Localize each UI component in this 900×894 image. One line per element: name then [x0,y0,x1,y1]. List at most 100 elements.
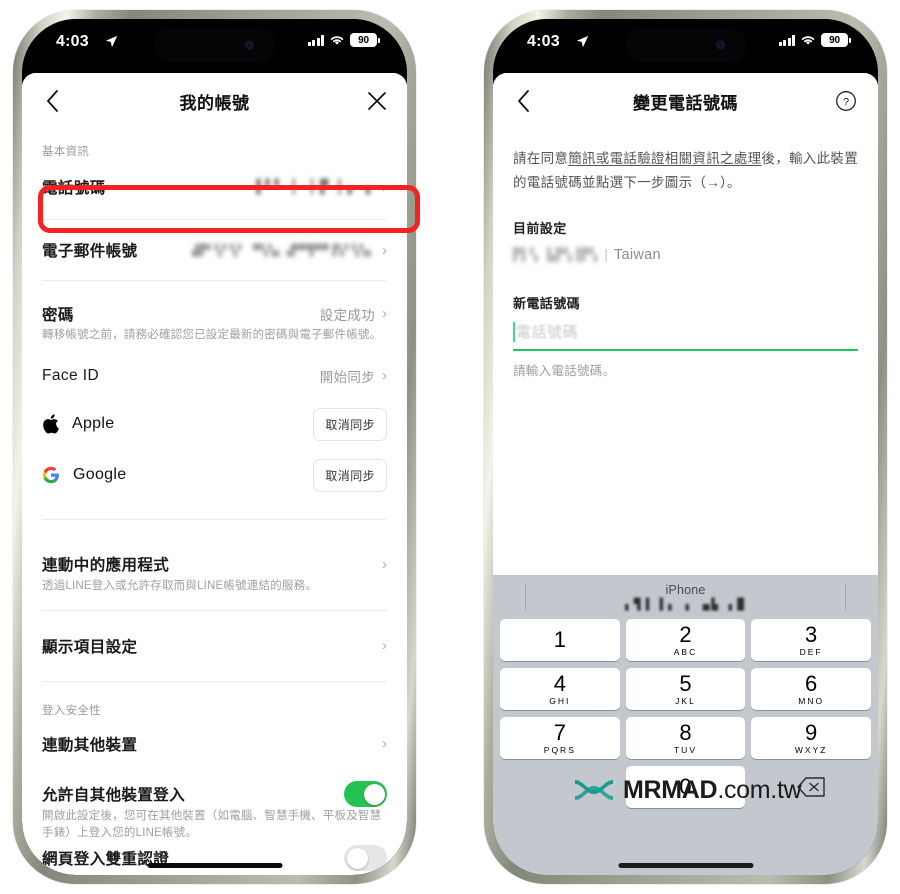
key-8-letters: TUV [673,744,697,755]
section-label-basic: 基本資訊 [42,146,90,158]
key-5-number: 5 [679,670,692,696]
left-status-bar: 4:03 90 [22,19,407,73]
status-time: 4:03 [527,33,560,50]
home-indicator[interactable] [147,863,282,868]
cellular-signal-icon [778,34,795,46]
row-password-label: 密碼 [42,306,74,324]
wifi-icon [330,36,344,45]
row-email-account[interactable]: 電子郵件帳號 ▟▛▘▚▘▚▘ ▀▚▚▖▗▛▀▜▀▀▐▚▘▚▚▖ › [42,226,387,274]
close-button[interactable] [355,79,399,123]
text-caret [513,321,515,342]
row-email-label: 電子郵件帳號 [42,243,138,260]
instruction-link[interactable]: 簡訊或電話驗證相關資訊之處理 [568,151,761,166]
row-link-other-devices[interactable]: 連動其他裝置 › [42,720,387,768]
row-face-id-status: 開始同步 [319,369,375,385]
current-number-display: ▛▌▚ ▙▛▚▐▛▚ | Taiwan [513,246,858,263]
mrmad-logo-icon [575,780,613,800]
left-phone-device: 4:03 90 我的帳號 基本資訊 電話號碼 ▌▘▘ ▎ ▎▛ ▎▖ ▖ › 電… [13,10,416,884]
battery-percent: 90 [829,34,840,46]
current-country: Taiwan [613,247,661,264]
key-2[interactable]: 2 ABC [625,619,746,661]
battery-indicator: 90 [350,33,380,47]
current-number-separator: | [604,246,608,263]
row-face-id[interactable]: Face ID 開始同步 › [42,353,387,399]
key-8-number: 8 [679,719,692,745]
chevron-right-icon: › [382,735,387,753]
autofill-suggestion-bar[interactable]: iPhone ▖▜▐ ▌▖ ▖ ▄▙ ▖█ [497,575,874,619]
location-arrow-icon [105,35,118,48]
new-number-label: 新電話號碼 [513,296,581,312]
key-7-letters: PQRS [543,744,576,755]
key-7[interactable]: 7 PQRS [500,717,620,759]
row-password-status: 設定成功 [319,307,375,323]
watermark-suffix: .com.tw [717,775,802,804]
row-apple-sync: Apple 取消同步 [42,399,387,450]
apple-label: Apple [72,415,115,433]
row-phone-number-value-redacted: ▌▘▘ ▎ ▎▛ ▎▖ ▖ [256,179,375,195]
key-7-number: 7 [553,719,566,745]
right-status-bar: 4:03 90 [493,19,878,73]
autofill-number-redacted: ▖▜▐ ▌▖ ▖ ▄▙ ▖█ [625,598,746,611]
row-connected-apps-label: 連動中的應用程式 [42,557,170,575]
dynamic-island [153,28,276,62]
chevron-right-icon: › [382,367,387,385]
cellular-signal-icon [307,34,324,46]
divider [42,219,387,220]
key-5[interactable]: 5 JKL [625,668,746,710]
right-phone-screen: 4:03 90 變更電話號碼 ? 請在同意簡訊或電話驗證相關資訊之處理後，輸入此… [493,19,878,875]
new-phone-number-input[interactable]: 電話號碼 [513,321,858,352]
my-account-sheet: 我的帳號 基本資訊 電話號碼 ▌▘▘ ▎ ▎▛ ▎▖ ▖ › 電子郵件帳號 ▟▛… [22,73,407,875]
input-hint: 請輸入電話號碼。 [513,364,616,379]
row-face-id-label: Face ID [42,366,100,384]
row-password-description: 轉移帳號之前，請務必確認您已設定最新的密碼與電子郵件帳號。 [42,329,382,341]
location-arrow-icon [576,35,589,48]
key-8[interactable]: 8 TUV [625,717,746,759]
right-phone-bezel: 4:03 90 變更電話號碼 ? 請在同意簡訊或電話驗證相關資訊之處理後，輸入此… [493,19,878,875]
key-4[interactable]: 4 GHI [500,668,620,710]
status-indicators: 90 [778,33,851,47]
google-cancel-sync-button[interactable]: 取消同步 [313,458,387,492]
row-phone-number-label: 電話號碼 [42,180,106,197]
key-9-letters: WXYZ [794,744,828,755]
divider [42,680,387,682]
apple-cancel-sync-button[interactable]: 取消同步 [313,407,387,441]
current-setting-label: 目前設定 [513,221,567,237]
key-6[interactable]: 6 MNO [751,668,871,710]
google-logo-icon [42,467,59,484]
svg-text:?: ? [843,96,849,108]
row-email-value-redacted: ▟▛▘▚▘▚▘ ▀▚▚▖▗▛▀▜▀▀▐▚▘▚▚▖ [192,243,375,257]
web-2fa-toggle[interactable] [344,845,387,871]
divider [42,518,387,520]
battery-indicator: 90 [821,33,851,47]
new-phone-number-placeholder: 電話號碼 [516,324,579,342]
divider [42,280,387,281]
watermark-text: MRMAD.com.tw [623,775,802,805]
key-2-number: 2 [679,621,692,647]
key-9-number: 9 [805,719,818,745]
key-6-letters: MNO [798,695,825,706]
left-phone-screen: 4:03 90 我的帳號 基本資訊 電話號碼 ▌▘▘ ▎ ▎▛ ▎▖ ▖ › 電… [22,19,407,875]
section-label-security: 登入安全性 [42,704,101,717]
row-link-other-devices-label: 連動其他裝置 [42,736,138,754]
key-3-number: 3 [805,621,818,647]
key-1[interactable]: 1 [500,619,620,661]
key-9[interactable]: 9 WXYZ [751,717,871,759]
row-display-settings[interactable]: 顯示項目設定 › [42,617,387,675]
right-nav-bar: 變更電話號碼 ? [493,73,878,129]
wifi-icon [801,36,815,45]
left-phone-bezel: 4:03 90 我的帳號 基本資訊 電話號碼 ▌▘▘ ▎ ▎▛ ▎▖ ▖ › 電… [22,19,407,875]
front-camera-icon [244,40,254,50]
status-time: 4:03 [56,33,89,50]
right-phone-device: 4:03 90 變更電話號碼 ? 請在同意簡訊或電話驗證相關資訊之處理後，輸入此… [484,10,887,884]
question-mark-circle-icon: ? [836,91,856,111]
allow-login-toggle[interactable] [344,781,387,808]
google-label: Google [73,466,127,484]
key-3[interactable]: 3 DEF [751,619,871,661]
watermark-brand: MRMAD [623,775,718,804]
apple-logo-icon [43,414,59,434]
row-phone-number[interactable]: 電話號碼 ▌▘▘ ▎ ▎▛ ▎▖ ▖ › [42,161,387,213]
home-indicator[interactable] [618,863,753,868]
account-settings-list: 基本資訊 電話號碼 ▌▘▘ ▎ ▎▛ ▎▖ ▖ › 電子郵件帳號 ▟▛▘▚▘▚▘… [22,143,407,843]
key-4-number: 4 [553,670,566,696]
help-button[interactable]: ? [824,79,868,123]
